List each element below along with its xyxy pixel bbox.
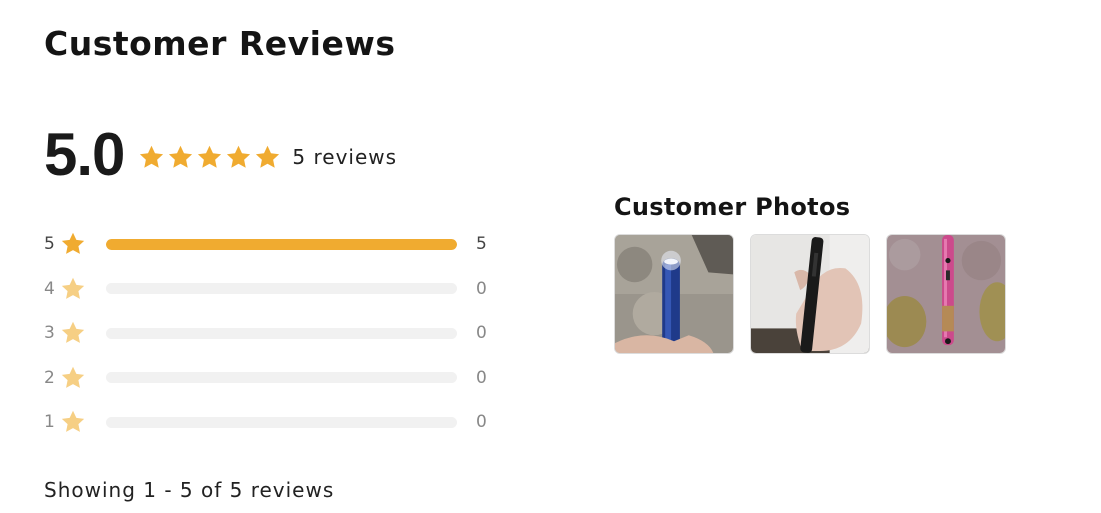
star-icon: [140, 145, 164, 168]
histogram-count: 0: [476, 412, 487, 433]
histogram-row-5[interactable]: 5 5: [44, 222, 504, 267]
customer-photo-thumbnail[interactable]: [886, 234, 1006, 354]
histogram-row-4[interactable]: 4 0: [44, 267, 504, 312]
photo-pink-pen-icon: [887, 235, 1005, 353]
reviews-page: Customer Reviews 5.0 5 reviews 5 5 4 0 3…: [0, 0, 1101, 513]
histogram-count: 0: [476, 278, 487, 299]
histogram-count: 5: [476, 234, 487, 255]
photo-blue-flashlight-icon: [615, 235, 733, 353]
histogram-bar-fill: [106, 238, 457, 250]
histogram-count: 0: [476, 323, 487, 344]
customer-photo-thumbnail[interactable]: [750, 234, 870, 354]
histogram-star-label: 1: [44, 412, 55, 433]
histogram-bar-track: [106, 238, 457, 250]
histogram-star-label: 3: [44, 323, 55, 344]
histogram-star-label: 2: [44, 367, 55, 388]
histogram-row-3[interactable]: 3 0: [44, 311, 504, 356]
histogram-row-1[interactable]: 1 0: [44, 400, 504, 445]
page-title: Customer Reviews: [44, 24, 396, 63]
star-icon: [61, 232, 85, 255]
star-icon: [61, 410, 85, 433]
star-icon: [227, 145, 251, 168]
average-stars: [138, 144, 281, 171]
histogram-count: 0: [476, 367, 487, 388]
histogram-bar-track: [106, 372, 457, 384]
customer-photo-thumbnail[interactable]: [614, 234, 734, 354]
star-icon: [256, 145, 280, 168]
rating-summary: 5.0 5 reviews: [44, 122, 397, 188]
star-icon: [61, 277, 85, 299]
pagination-summary: Showing 1 - 5 of 5 reviews: [44, 478, 335, 502]
histogram-bar-track: [106, 283, 457, 295]
histogram-row-2[interactable]: 2 0: [44, 356, 504, 401]
histogram-star-label: 5: [44, 234, 55, 255]
customer-photos-gallery: [614, 234, 1006, 354]
histogram-bar-track: [106, 327, 457, 339]
histogram-star-label: 4: [44, 278, 55, 299]
rating-histogram: 5 5 4 0 3 0 2 0 1 0: [44, 222, 504, 445]
customer-photos-title: Customer Photos: [614, 193, 851, 221]
average-rating: 5.0: [44, 121, 125, 188]
star-icon: [169, 145, 193, 168]
photo-black-device-icon: [751, 235, 869, 353]
review-count: 5 reviews: [292, 145, 398, 169]
histogram-bar-track: [106, 416, 457, 428]
star-icon: [198, 145, 222, 168]
star-icon: [61, 366, 85, 388]
star-icon: [61, 321, 85, 344]
